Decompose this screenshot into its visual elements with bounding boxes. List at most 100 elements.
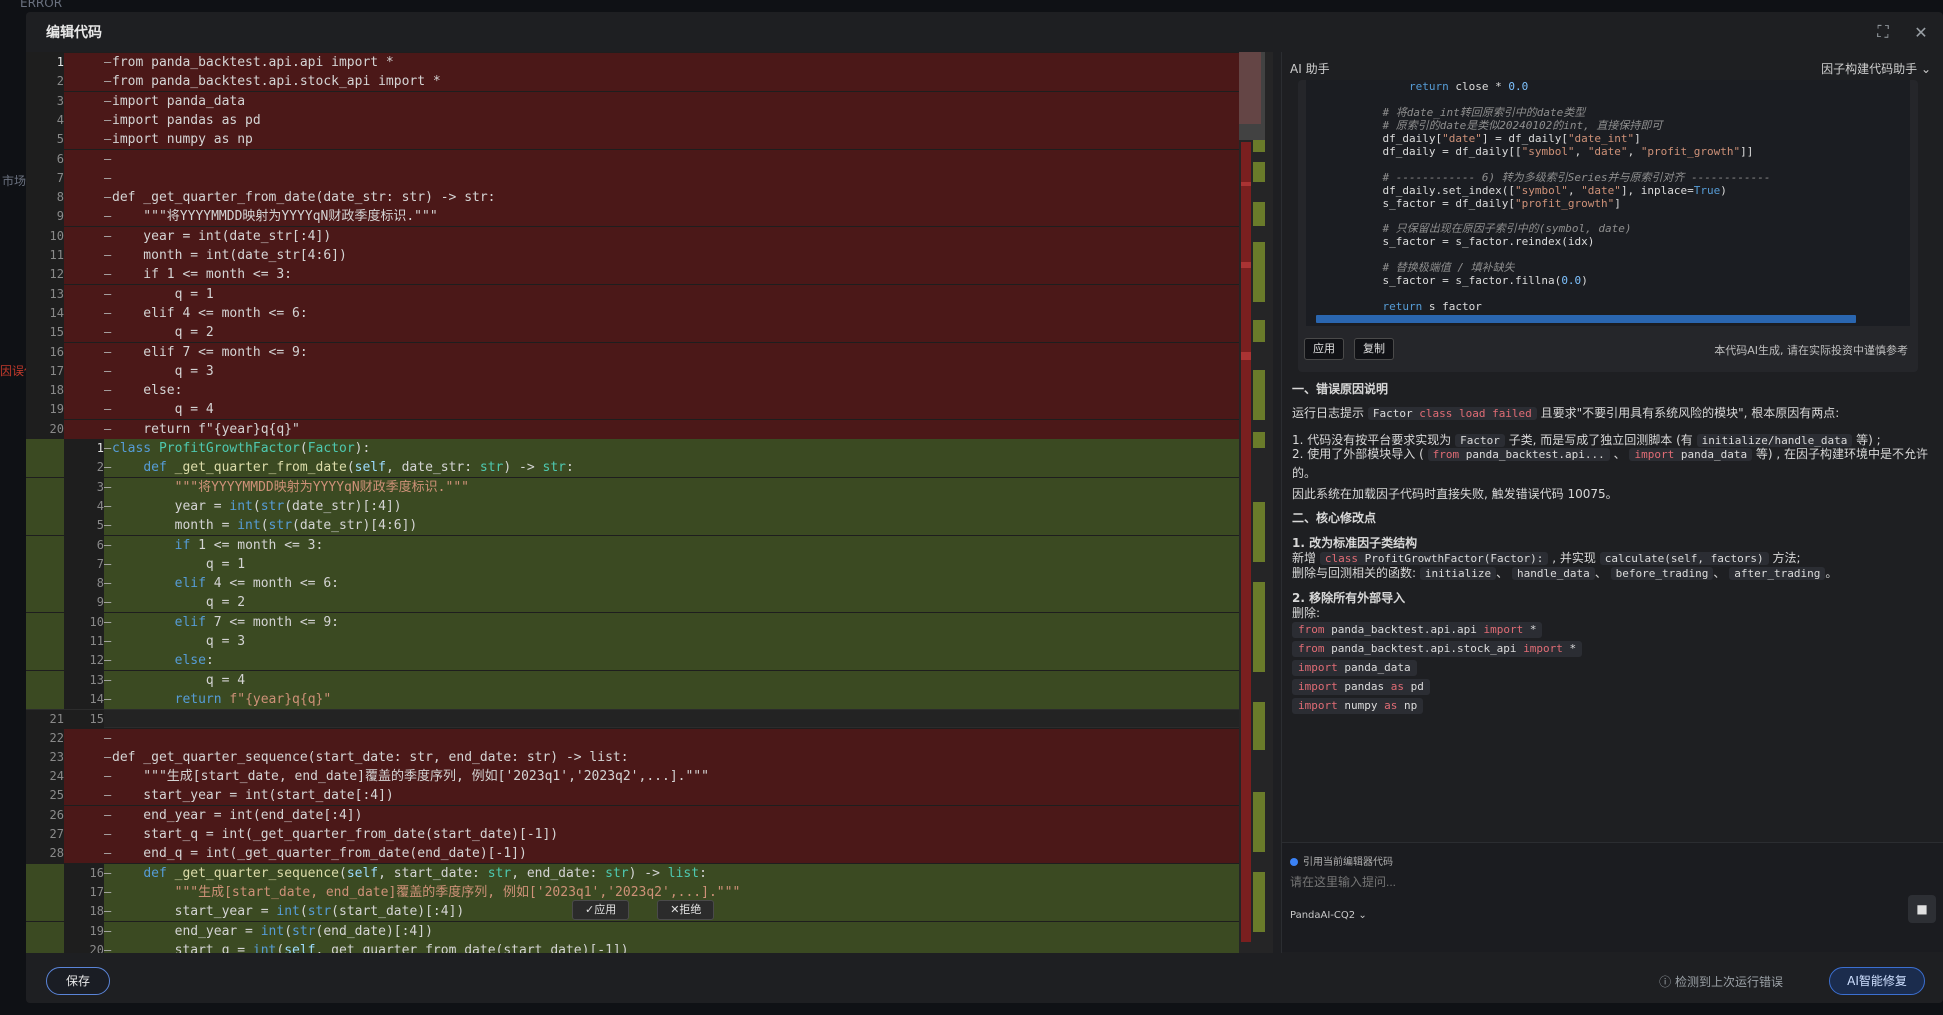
new-line-number: 6	[64, 535, 104, 555]
code-text: start_q = int(self._get_quarter_from_dat…	[112, 942, 629, 953]
code-line[interactable]: 28— end_q = int(_get_quarter_from_date(e…	[26, 844, 1241, 864]
code-text: import pandas as pd	[112, 112, 261, 128]
old-line-number: 2	[26, 72, 64, 92]
section-title-error: 一、错误原因说明	[1292, 382, 1389, 396]
code-line[interactable]: 14— elif 4 <= month <= 6:	[26, 303, 1241, 323]
prompt-input[interactable]	[1290, 871, 1890, 893]
code-line[interactable]: 19— end_year = int(str(end_date)[:4])	[26, 921, 1241, 941]
diff-overview-ruler[interactable]	[1239, 52, 1273, 953]
old-line-number: 9	[26, 207, 64, 227]
code-line[interactable]: 12— if 1 <= month <= 3:	[26, 265, 1241, 285]
code-text: year = int(date_str[:4])	[112, 228, 332, 244]
fullscreen-icon[interactable]: ⛶	[1873, 22, 1893, 42]
code-line[interactable]: 1— from panda_backtest.api.api import *	[26, 53, 1241, 72]
old-line-number: 18	[26, 381, 64, 401]
code-line[interactable]: 15— q = 2	[26, 323, 1241, 343]
ai-fix-button[interactable]: AI智能修复	[1829, 967, 1925, 995]
code-line[interactable]: 11— q = 3	[26, 632, 1241, 651]
code-line[interactable]: 27— start_q = int(_get_quarter_from_date…	[26, 825, 1241, 844]
code-line[interactable]: 7— q = 1	[26, 554, 1241, 574]
code-text: year = int(str(date_str)[:4])	[112, 498, 402, 514]
code-text: from panda_backtest.api.api import *	[112, 55, 394, 70]
code-line[interactable]: 12— else:	[26, 651, 1241, 671]
code-line[interactable]: 3— import panda_data	[26, 91, 1241, 111]
code-line[interactable]: 5— import numpy as np	[26, 130, 1241, 150]
modal-footer: 保存 ⓘ 检测到上次运行错误 AI智能修复	[26, 953, 1943, 1003]
code-line[interactable]: 9— """将YYYYMMDD映射为YYYYqN财政季度标识."""	[26, 207, 1241, 227]
code-line[interactable]: 4— year = int(str(date_str)[:4])	[26, 496, 1241, 516]
close-icon[interactable]: ✕	[1911, 23, 1931, 42]
code-line[interactable]: 8— def _get_quarter_from_date(date_str: s…	[26, 188, 1241, 208]
code-line[interactable]: 23— def _get_quarter_sequence(start_date:…	[26, 747, 1241, 767]
code-line[interactable]: 4— import pandas as pd	[26, 110, 1241, 130]
save-button[interactable]: 保存	[46, 967, 110, 995]
ai-code-line: s_factor = df_daily["profit_growth"]	[1356, 196, 1621, 210]
new-line-number: 7	[64, 554, 104, 574]
code-line[interactable]: 18— else:	[26, 381, 1241, 401]
code-line[interactable]: 10— elif 7 <= month <= 9:	[26, 612, 1241, 632]
new-line-number: 18	[64, 902, 104, 922]
new-line-number: 17	[64, 882, 104, 902]
accept-change-button[interactable]: ✓应用	[572, 900, 630, 920]
code-line[interactable]: 16— elif 7 <= month <= 9:	[26, 342, 1241, 362]
old-line-number: 4	[26, 110, 64, 130]
old-line-number: 13	[26, 284, 64, 304]
stop-icon[interactable]: ■	[1908, 895, 1936, 923]
ai-code-block[interactable]: return close * 0.0 # 将date_int转回原索引中的dat…	[1306, 80, 1910, 316]
assistant-select[interactable]: 因子构建代码助手 ⌄	[1821, 60, 1931, 77]
code-line[interactable]: 26— end_year = int(end_date[:4])	[26, 805, 1241, 825]
edit-code-modal: 编辑代码 ⛶ ✕ 1— from panda_backtest.api.api i…	[26, 12, 1943, 1003]
code-line[interactable]: 3— """将YYYYMMDD映射为YYYYqN财政季度标识."""	[26, 477, 1241, 497]
copy-code-button[interactable]: 复制	[1354, 338, 1394, 360]
code-line[interactable]: 9— q = 2	[26, 593, 1241, 613]
ai-assistant-panel: AI 助手 因子构建代码助手 ⌄ return close * 0.0 # 将d…	[1281, 52, 1943, 953]
code-line[interactable]: 2— def _get_quarter_from_date(self, date…	[26, 458, 1241, 478]
code-line[interactable]: 6—	[26, 149, 1241, 169]
ai-code-line: return close * 0.0	[1408, 80, 1529, 93]
code-line[interactable]: 24— """生成[start_date, end_date]覆盖的季度序列, …	[26, 767, 1241, 787]
code-line[interactable]: 2— from panda_backtest.api.stock_api impo…	[26, 72, 1241, 92]
code-line[interactable]: 5— month = int(str(date_str)[4:6])	[26, 516, 1241, 536]
new-line-number: 20	[64, 940, 104, 953]
old-line-number: 19	[26, 400, 64, 420]
code-text: from panda_backtest.api.stock_api import…	[112, 74, 441, 90]
inline-code: handle_data	[1511, 567, 1595, 580]
diff-marker: —	[104, 730, 112, 745]
inline-code: from panda_backtest.api...	[1427, 448, 1610, 461]
code-line[interactable]: 6— if 1 <= month <= 3:	[26, 535, 1241, 555]
error-summary: 运行日志提示 Factor class load failed 且要求"不要引用…	[1292, 406, 1840, 420]
code-line[interactable]: 21 15	[26, 709, 1241, 730]
code-line[interactable]: 7—	[26, 168, 1241, 188]
code-line[interactable]: 13— q = 4	[26, 670, 1241, 690]
code-text: return f"{year}q{q}"	[174, 691, 332, 707]
code-line[interactable]: 14— return f"{year}q{q}"	[26, 689, 1241, 709]
code-line[interactable]: 8— elif 4 <= month <= 6:	[26, 574, 1241, 594]
scrollbar-thumb[interactable]	[1316, 315, 1856, 323]
code-line[interactable]: 11— month = int(date_str[4:6])	[26, 246, 1241, 265]
backdrop-side-label: 市场	[2, 174, 27, 188]
apply-code-button[interactable]: 应用	[1304, 338, 1344, 360]
code-text: month = int(date_str[4:6])	[112, 248, 347, 263]
modal-header: 编辑代码 ⛶ ✕	[26, 12, 1943, 52]
code-text: start_year = int(str(start_date)[:4])	[112, 904, 465, 920]
code-line[interactable]: 1— class ProfitGrowthFactor(Factor):	[26, 439, 1241, 458]
new-line-number: 14	[64, 689, 104, 709]
code-line[interactable]: 25— start_year = int(start_date[:4])	[26, 786, 1241, 806]
code-text: elif 7 <= month <= 9:	[174, 614, 339, 630]
model-select[interactable]: PandaAI-CQ2 ⌄	[1290, 910, 1367, 921]
ai-panel-title: AI 助手	[1290, 62, 1330, 76]
reject-change-button[interactable]: ✕拒绝	[657, 900, 715, 920]
code-line[interactable]: 19— q = 4	[26, 400, 1241, 420]
code-diff-editor[interactable]: 1— from panda_backtest.api.api import * 2—…	[26, 52, 1273, 953]
reference-editor-toggle[interactable]: 引用当前编辑器代码	[1290, 853, 1393, 868]
code-line[interactable]: 20— return f"{year}q{q}"	[26, 419, 1241, 439]
code-line[interactable]: 13— q = 1	[26, 284, 1241, 304]
code-line[interactable]: 10— year = int(date_str[:4])	[26, 226, 1241, 246]
old-line-number: 6	[26, 149, 64, 169]
code-line[interactable]: 16— def _get_quarter_sequence(self, star…	[26, 863, 1241, 883]
code-horizontal-scrollbar[interactable]	[1306, 312, 1910, 326]
code-line[interactable]: 17— q = 3	[26, 361, 1241, 381]
code-line[interactable]: 22 —	[26, 728, 1241, 748]
code-line[interactable]: 20— start_q = int(self._get_quarter_from…	[26, 940, 1241, 953]
new-line-number: 1	[64, 439, 104, 458]
